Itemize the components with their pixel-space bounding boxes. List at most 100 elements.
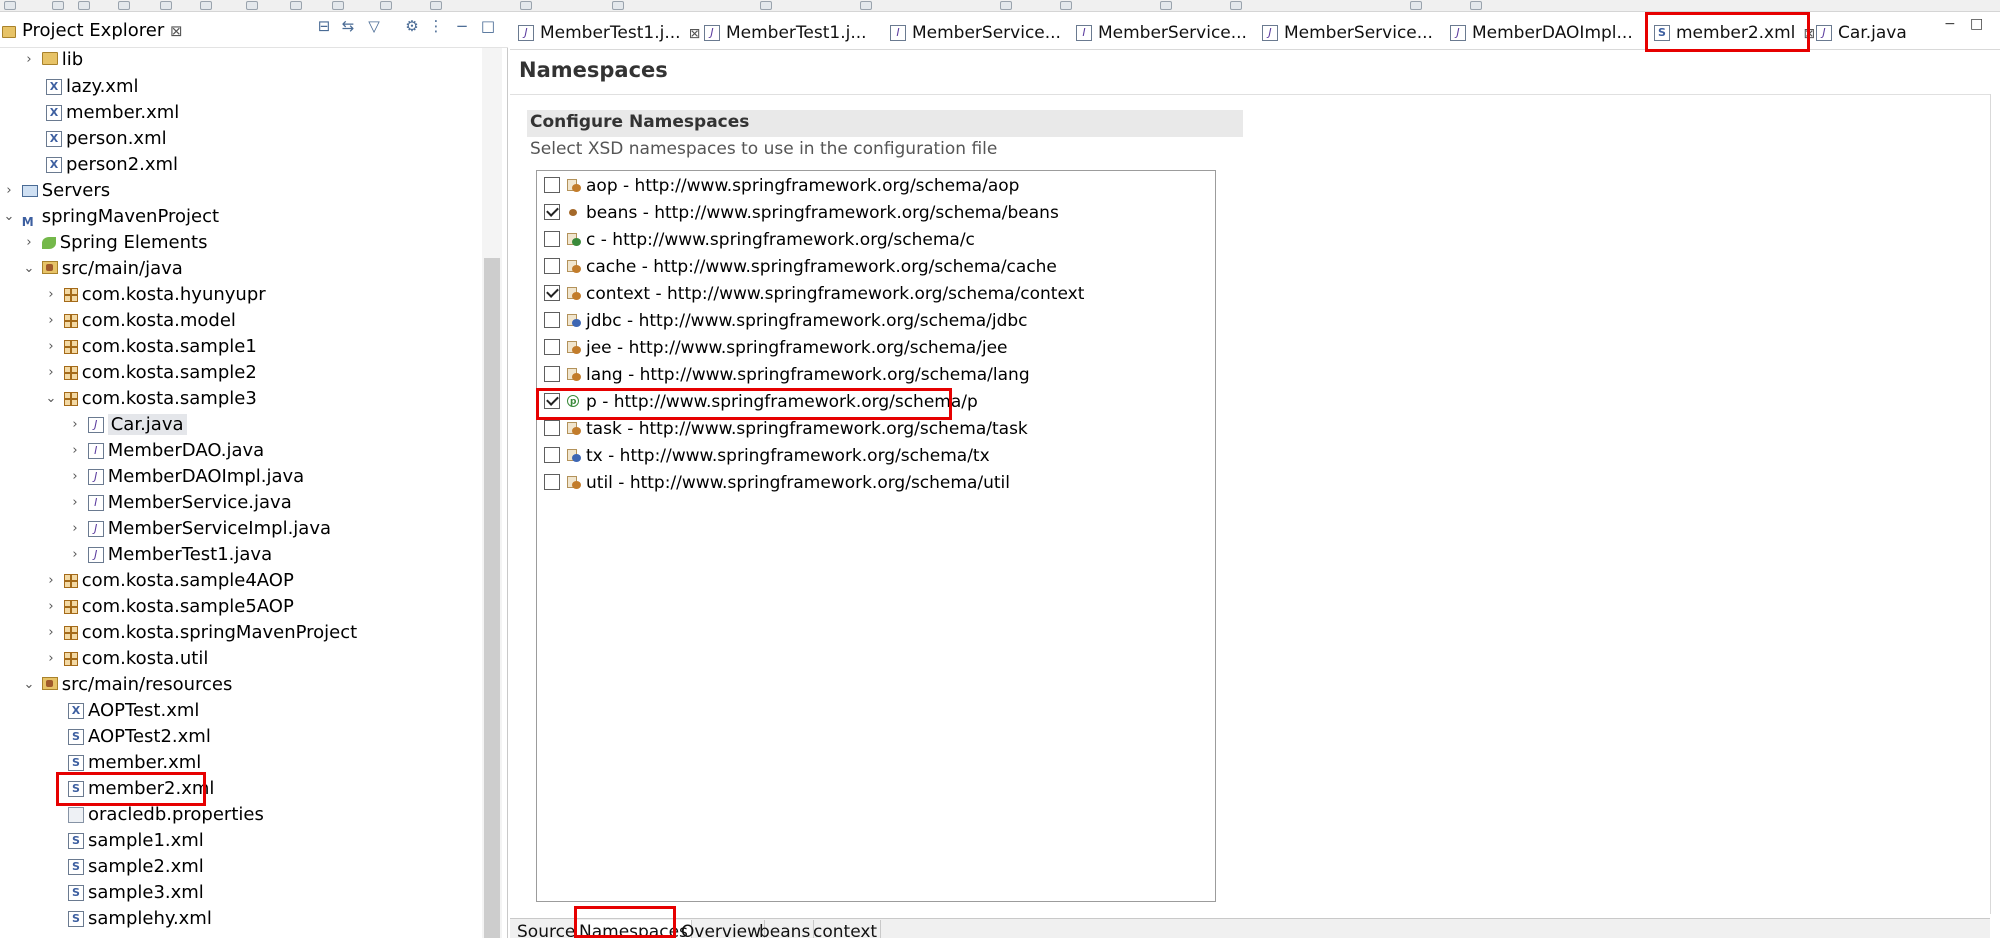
editor-vertical-scrollbar[interactable]: [1990, 94, 2000, 914]
toolbar-print-icon[interactable]: [118, 1, 130, 10]
namespace-checkbox-aop[interactable]: [544, 176, 560, 193]
chevron-down-icon[interactable]: ⌄: [44, 386, 58, 412]
toolbar-save-all-icon[interactable]: [78, 1, 90, 10]
tree-item-member-service-java[interactable]: › I MemberService.java: [68, 490, 291, 516]
namespace-item-tx[interactable]: tx - http://www.springframework.org/sche…: [544, 443, 990, 469]
chevron-right-icon[interactable]: ›: [44, 308, 58, 334]
namespace-checkbox-beans[interactable]: [544, 203, 560, 220]
chevron-right-icon[interactable]: ›: [68, 464, 82, 490]
editor-tab-member-service-a[interactable]: I MemberService...: [890, 20, 1061, 46]
tree-item-package-sample4aop[interactable]: › com.kosta.sample4AOP: [44, 568, 293, 594]
toolbar-terminal-icon[interactable]: [290, 1, 302, 10]
editor-tab-member2-xml[interactable]: Smember2.xml ⊠: [1654, 20, 1815, 46]
maximize-editor-icon[interactable]: □: [1970, 16, 1983, 32]
tree-item-member-xml[interactable]: Xmember.xml: [46, 100, 179, 126]
tree-item-spring-maven-project[interactable]: ⌄ MspringMavenProject: [2, 204, 220, 230]
tree-item-member-xml-resource[interactable]: Smember.xml: [68, 750, 201, 776]
link-with-editor-icon[interactable]: ⇆: [340, 18, 356, 34]
tree-item-package-sample1[interactable]: › com.kosta.sample1: [44, 334, 256, 360]
toolbar-refresh-icon[interactable]: [430, 1, 442, 10]
toolbar-save-icon[interactable]: [52, 1, 64, 10]
namespace-checkbox-cache[interactable]: [544, 257, 560, 274]
tree-item-src-main-resources[interactable]: ⌄ src/main/resources: [22, 672, 233, 698]
tree-item-person2-xml[interactable]: Xperson2.xml: [46, 152, 178, 178]
toolbar-external-tools-icon[interactable]: [332, 1, 344, 10]
view-menu-icon[interactable]: ⋮: [428, 18, 444, 34]
editor-tab-member-test1-a[interactable]: J MemberTest1.j... ⊠: [518, 20, 700, 46]
toolbar-green-run-icon[interactable]: [760, 1, 772, 10]
tree-item-package-springmavenproject[interactable]: › com.kosta.springMavenProject: [44, 620, 357, 646]
namespace-item-context[interactable]: context - http://www.springframework.org…: [544, 281, 1084, 307]
chevron-right-icon[interactable]: ›: [44, 568, 58, 594]
namespace-item-cache[interactable]: cache - http://www.springframework.org/s…: [544, 254, 1057, 280]
close-tab-icon[interactable]: ⊠: [689, 26, 701, 42]
tree-item-package-sample2[interactable]: › com.kosta.sample2: [44, 360, 256, 386]
namespace-checkbox-task[interactable]: [544, 419, 560, 436]
tree-item-samplehy-xml[interactable]: Ssamplehy.xml: [68, 906, 212, 932]
tree-item-sample1-xml[interactable]: Ssample1.xml: [68, 828, 204, 854]
tree-scrollbar-thumb[interactable]: [484, 258, 500, 938]
toolbar-perspective-2-icon[interactable]: [1470, 1, 1482, 10]
page-tab-namespaces[interactable]: Namespaces: [576, 920, 692, 938]
tree-item-sample3-xml[interactable]: Ssample3.xml: [68, 880, 204, 906]
chevron-down-icon[interactable]: ⌄: [22, 672, 36, 698]
tree-item-member-service-impl-java[interactable]: › J MemberServiceImpl.java: [68, 516, 331, 542]
tree-item-servers[interactable]: › Servers: [2, 178, 110, 204]
collapse-all-icon[interactable]: ⊟: [316, 18, 332, 34]
namespace-checkbox-c[interactable]: [544, 230, 560, 247]
view-settings-icon[interactable]: ⚙: [404, 18, 420, 34]
toolbar-open-type-icon[interactable]: [1000, 1, 1012, 10]
minimize-editor-icon[interactable]: −: [1944, 16, 1956, 32]
chevron-right-icon[interactable]: ›: [44, 282, 58, 308]
namespace-checkbox-util[interactable]: [544, 473, 560, 490]
chevron-down-icon[interactable]: ⌄: [2, 204, 16, 230]
tree-item-person-xml[interactable]: Xperson.xml: [46, 126, 167, 152]
namespace-item-lang[interactable]: lang - http://www.springframework.org/sc…: [544, 362, 1030, 388]
tree-item-package-sample5aop[interactable]: › com.kosta.sample5AOP: [44, 594, 293, 620]
close-icon[interactable]: ⊠: [170, 22, 183, 40]
chevron-right-icon[interactable]: ›: [68, 490, 82, 516]
namespace-item-task[interactable]: task - http://www.springframework.org/sc…: [544, 416, 1028, 442]
toolbar-server-icon[interactable]: [246, 1, 258, 10]
namespace-item-util[interactable]: util - http://www.springframework.org/sc…: [544, 470, 1010, 496]
chevron-right-icon[interactable]: ›: [68, 438, 82, 464]
namespace-checkbox-p[interactable]: [544, 392, 560, 409]
toolbar-search-icon[interactable]: [380, 1, 392, 10]
chevron-right-icon[interactable]: ›: [44, 646, 58, 672]
namespace-checkbox-tx[interactable]: [544, 446, 560, 463]
tree-item-package-sample3[interactable]: ⌄ com.kosta.sample3: [44, 386, 257, 412]
namespace-checkbox-context[interactable]: [544, 284, 560, 301]
tree-item-member2-xml[interactable]: Smember2.xml: [68, 776, 214, 802]
tree-item-lazy-xml[interactable]: Xlazy.xml: [46, 74, 138, 100]
namespace-item-p[interactable]: pp - http://www.springframework.org/sche…: [544, 389, 978, 415]
toolbar-run-icon[interactable]: [200, 1, 212, 10]
project-explorer-tab[interactable]: Project Explorer ⊠: [22, 20, 183, 41]
tree-item-package-util[interactable]: › com.kosta.util: [44, 646, 208, 672]
chevron-right-icon[interactable]: ›: [44, 620, 58, 646]
toolbar-stop-icon[interactable]: [860, 1, 872, 10]
chevron-right-icon[interactable]: ›: [22, 230, 36, 256]
toolbar-back-icon[interactable]: [520, 1, 532, 10]
maximize-view-icon[interactable]: □: [480, 18, 496, 34]
chevron-right-icon[interactable]: ›: [44, 360, 58, 386]
tree-item-oracledb-properties[interactable]: oracledb.properties: [68, 802, 264, 828]
tree-item-member-dao-impl-java[interactable]: › J MemberDAOImpl.java: [68, 464, 304, 490]
chevron-right-icon[interactable]: ›: [44, 594, 58, 620]
tree-item-package-hyunyupr[interactable]: › com.kosta.hyunyupr: [44, 282, 265, 308]
chevron-right-icon[interactable]: ›: [44, 334, 58, 360]
page-tab-source[interactable]: Source: [514, 920, 580, 938]
filter-icon[interactable]: ▽: [366, 18, 382, 34]
editor-tab-member-test1-b[interactable]: J MemberTest1.j...: [704, 20, 867, 46]
tree-item-aoptest-xml[interactable]: X AOPTest.xml: [68, 698, 199, 724]
namespace-item-aop[interactable]: aop - http://www.springframework.org/sch…: [544, 173, 1019, 199]
tree-item-spring-elements[interactable]: › Spring Elements: [22, 230, 207, 256]
namespace-checkbox-lang[interactable]: [544, 365, 560, 382]
editor-tab-member-dao-impl[interactable]: J MemberDAOImpl...: [1450, 20, 1633, 46]
page-tab-overview[interactable]: Overview: [678, 920, 766, 938]
tree-item-aoptest2-xml[interactable]: S AOPTest2.xml: [68, 724, 211, 750]
toolbar-publish-icon[interactable]: [612, 1, 624, 10]
toolbar-nav-forward-icon[interactable]: [1230, 1, 1242, 10]
page-tab-context[interactable]: context: [810, 920, 882, 938]
namespace-item-jee[interactable]: jee - http://www.springframework.org/sch…: [544, 335, 1008, 361]
toolbar-annotation-icon[interactable]: [1060, 1, 1072, 10]
